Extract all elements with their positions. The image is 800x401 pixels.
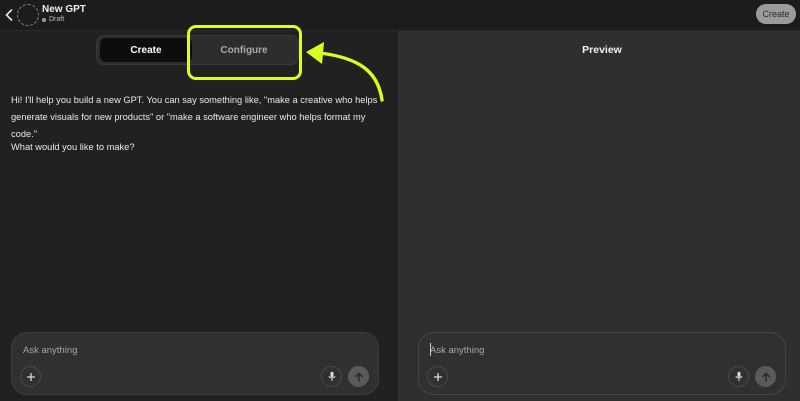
preview-send-button[interactable]: [755, 366, 776, 387]
gpt-avatar[interactable]: [17, 4, 39, 26]
preview-attach-button[interactable]: [427, 366, 448, 387]
back-button[interactable]: [2, 6, 16, 24]
create-gpt-button[interactable]: Create: [756, 4, 796, 24]
draft-status: Draft: [42, 16, 64, 23]
microphone-icon: [328, 371, 335, 381]
status-dot-icon: [42, 17, 46, 22]
status-text: Draft: [49, 16, 65, 23]
builder-composer: [11, 332, 379, 395]
preview-voice-input-button[interactable]: [728, 366, 749, 387]
preview-message-input[interactable]: [430, 342, 730, 358]
assistant-question: What would you like to make?: [11, 142, 135, 152]
tab-create[interactable]: Create: [100, 38, 192, 62]
builder-message-input[interactable]: [23, 342, 323, 358]
arrow-up-icon: [761, 371, 770, 382]
voice-input-button[interactable]: [321, 366, 342, 387]
microphone-icon: [735, 371, 742, 381]
gpt-name: New GPT: [42, 4, 86, 15]
send-button[interactable]: [348, 366, 369, 387]
preview-composer: [418, 332, 786, 395]
plus-icon: [26, 372, 35, 381]
plus-icon: [433, 372, 442, 381]
tab-configure[interactable]: Configure: [194, 38, 294, 62]
attach-button[interactable]: [20, 366, 41, 387]
top-bar: New GPT Draft Create: [0, 0, 800, 31]
chevron-left-icon: [5, 9, 13, 21]
preview-title: Preview: [582, 44, 622, 56]
assistant-intro-message: Hi! I'll help you build a new GPT. You c…: [11, 95, 378, 139]
arrow-up-icon: [354, 371, 363, 382]
